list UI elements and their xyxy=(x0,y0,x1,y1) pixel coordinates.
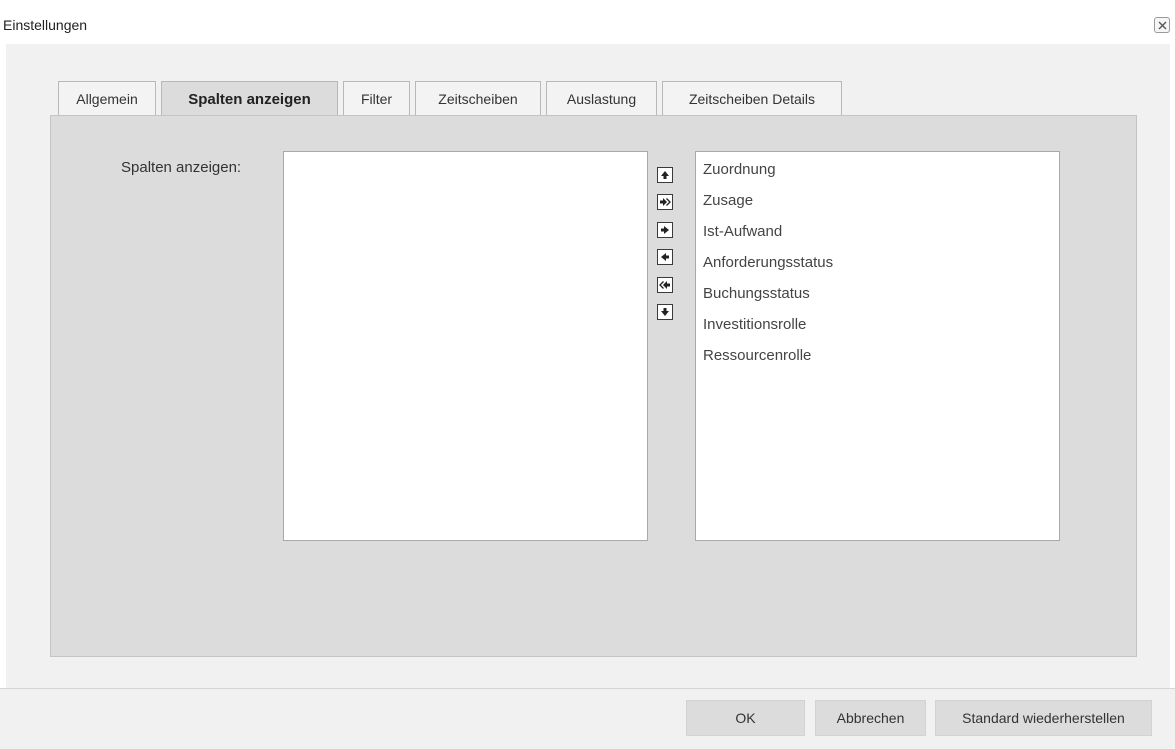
close-button[interactable] xyxy=(1154,17,1170,33)
list-item[interactable]: Anforderungsstatus xyxy=(703,254,833,271)
tab-zeitscheiben[interactable]: Zeitscheiben xyxy=(415,81,541,115)
tab-spalten-anzeigen[interactable]: Spalten anzeigen xyxy=(161,81,338,116)
close-icon xyxy=(1158,21,1167,30)
move-down-button[interactable] xyxy=(657,304,673,320)
shown-columns-list[interactable]: Zuordnung Zusage Ist-Aufwand Anforderung… xyxy=(695,151,1060,541)
list-item[interactable]: Ist-Aufwand xyxy=(703,223,782,240)
tab-filter[interactable]: Filter xyxy=(343,81,410,115)
tab-allgemein[interactable]: Allgemein xyxy=(58,81,156,115)
arrow-left-icon xyxy=(661,253,669,261)
restore-defaults-button[interactable]: Standard wiederherstellen xyxy=(935,700,1152,736)
columns-field-label: Spalten anzeigen: xyxy=(121,159,242,176)
cancel-button[interactable]: Abbrechen xyxy=(815,700,926,736)
list-item[interactable]: Zuordnung xyxy=(703,161,776,178)
available-columns-list[interactable] xyxy=(283,151,648,541)
tab-zeitscheiben-details[interactable]: Zeitscheiben Details xyxy=(662,81,842,115)
arrow-right-icon xyxy=(661,226,669,234)
move-up-button[interactable] xyxy=(657,167,673,183)
tab-auslastung[interactable]: Auslastung xyxy=(546,81,657,115)
remove-button[interactable] xyxy=(657,249,673,265)
dialog-titlebar: Einstellungen xyxy=(0,0,1175,44)
remove-all-button[interactable] xyxy=(657,277,673,293)
dialog-frame-right xyxy=(1170,44,1175,688)
dialog-title: Einstellungen xyxy=(3,17,88,33)
list-item[interactable]: Buchungsstatus xyxy=(703,285,810,302)
ok-button[interactable]: OK xyxy=(686,700,805,736)
list-item[interactable]: Ressourcenrolle xyxy=(703,347,811,364)
list-item[interactable]: Zusage xyxy=(703,192,753,209)
arrow-down-icon xyxy=(661,308,669,316)
list-item[interactable]: Investitionsrolle xyxy=(703,316,806,333)
double-arrow-right-icon xyxy=(660,198,671,206)
settings-dialog: Einstellungen Allgemein Spalten anzeigen… xyxy=(0,0,1175,749)
arrow-up-icon xyxy=(661,171,669,179)
add-button[interactable] xyxy=(657,222,673,238)
double-arrow-left-icon xyxy=(659,281,670,289)
add-all-button[interactable] xyxy=(657,194,673,210)
